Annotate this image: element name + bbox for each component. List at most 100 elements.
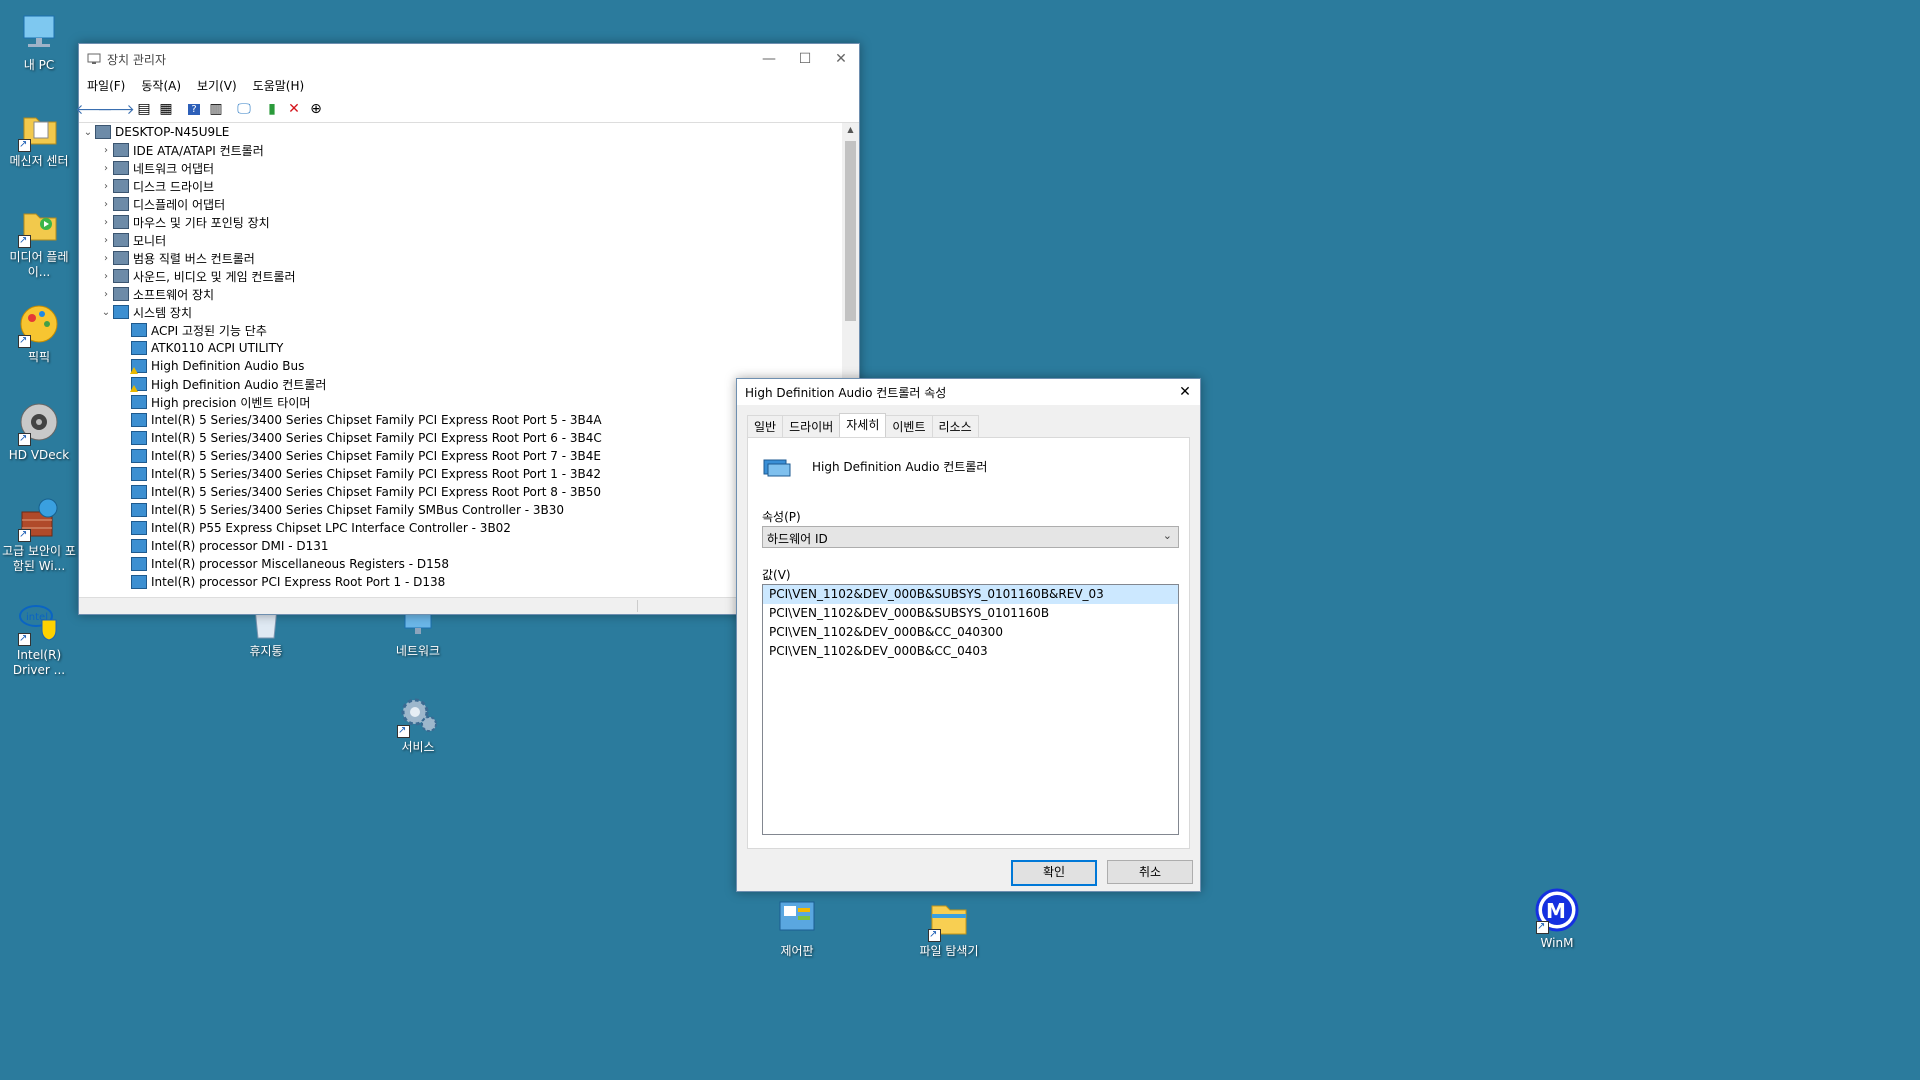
value-list-item[interactable]: PCI\VEN_1102&DEV_000B&SUBSYS_0101160B&RE… — [763, 585, 1178, 604]
tree-device[interactable]: High Definition Audio 컨트롤러 — [81, 375, 841, 393]
expand-chevron-icon[interactable]: › — [99, 289, 113, 300]
maximize-button[interactable]: ☐ — [787, 44, 823, 74]
tree-root-label: DESKTOP-N45U9LE — [115, 125, 230, 139]
value-list-item[interactable]: PCI\VEN_1102&DEV_000B&CC_0403 — [763, 642, 1178, 661]
tree-device[interactable]: Intel(R) 5 Series/3400 Series Chipset Fa… — [81, 429, 841, 447]
tab-details[interactable]: 자세히 — [839, 413, 887, 438]
menu-action[interactable]: 동작(A) — [133, 77, 189, 94]
tree-category[interactable]: › 소프트웨어 장치 — [81, 285, 841, 303]
tab-resources[interactable]: 리소스 — [931, 415, 979, 438]
desktop-icon-this-pc[interactable]: 내 PC — [0, 10, 78, 73]
scan-hardware-button[interactable]: 🖵 — [233, 99, 255, 119]
desktop-icon-media-player[interactable]: 미디어 플레이... — [0, 202, 78, 280]
tree-category[interactable]: › 디스크 드라이브 — [81, 177, 841, 195]
properties-dialog: High Definition Audio 컨트롤러 속성 ✕ 일반 드라이버 … — [736, 378, 1201, 892]
desktop-icon-winm[interactable]: M WinM — [1518, 888, 1596, 951]
value-listbox[interactable]: PCI\VEN_1102&DEV_000B&SUBSYS_0101160B&RE… — [762, 584, 1179, 835]
tree-category[interactable]: › 디스플레이 어댑터 — [81, 195, 841, 213]
desktop-icon-picpick[interactable]: 픽픽 — [0, 302, 78, 365]
tab-driver[interactable]: 드라이버 — [782, 415, 841, 438]
tree-category-label: IDE ATA/ATAPI 컨트롤러 — [133, 143, 264, 158]
tree-category[interactable]: › 범용 직렬 버스 컨트롤러 — [81, 249, 841, 267]
shortcut-arrow-icon — [18, 233, 31, 248]
collapse-chevron-icon[interactable]: ⌄ — [99, 307, 113, 318]
value-list-item[interactable]: PCI\VEN_1102&DEV_000B&SUBSYS_0101160B — [763, 604, 1178, 623]
menu-help[interactable]: 도움말(H) — [245, 77, 313, 94]
scroll-up-icon[interactable]: ▲ — [842, 125, 859, 134]
desktop-icon-control-panel[interactable]: 제어판 — [758, 896, 836, 959]
minimize-icon: — — [762, 51, 776, 67]
update-driver-button[interactable]: ⊕ — [305, 99, 327, 119]
close-button[interactable]: ✕ — [823, 44, 859, 74]
tree-device[interactable]: Intel(R) processor Miscellaneous Registe… — [81, 555, 841, 573]
tree-category[interactable]: › 사운드, 비디오 및 게임 컨트롤러 — [81, 267, 841, 285]
tree-device[interactable]: Intel(R) processor DMI - D131 — [81, 537, 841, 555]
dialog-title-bar: High Definition Audio 컨트롤러 속성 ✕ — [737, 379, 1200, 405]
tree-device[interactable]: Intel(R) processor PCI Express Root Port… — [81, 573, 841, 591]
collapse-chevron-icon[interactable]: ⌄ — [81, 127, 95, 138]
expand-chevron-icon[interactable]: › — [99, 145, 113, 156]
system-device-icon — [131, 539, 147, 553]
minimize-button[interactable]: — — [751, 44, 787, 74]
gears-icon — [395, 692, 441, 738]
tree-device[interactable]: Intel(R) 5 Series/3400 Series Chipset Fa… — [81, 483, 841, 501]
desktop-icon-messenger-center[interactable]: 메신저 센터 — [0, 106, 78, 169]
cancel-button[interactable]: 취소 — [1107, 860, 1193, 884]
show-hidden-button[interactable]: ▥ — [205, 99, 227, 119]
tree-device[interactable]: ATK0110 ACPI UTILITY — [81, 339, 841, 357]
tree-category[interactable]: › 네트워크 어댑터 — [81, 159, 841, 177]
tab-general[interactable]: 일반 — [747, 415, 784, 438]
properties-pane-button[interactable]: ▤ — [133, 99, 155, 119]
uninstall-button[interactable]: ✕ — [283, 99, 305, 119]
expand-chevron-icon[interactable]: › — [99, 253, 113, 264]
tree-category[interactable]: › 모니터 — [81, 231, 841, 249]
expand-chevron-icon[interactable]: › — [99, 217, 113, 228]
desktop-icon-intel-driver[interactable]: intel Intel(R) Driver ... — [0, 600, 78, 678]
desktop-icon-file-explorer[interactable]: 파일 탐색기 — [910, 896, 988, 959]
tree-category-label: 모니터 — [133, 233, 167, 248]
tree-device[interactable]: Intel(R) 5 Series/3400 Series Chipset Fa… — [81, 447, 841, 465]
tree-device-label: Intel(R) processor PCI Express Root Port… — [151, 575, 446, 589]
tree-root[interactable]: ⌄ DESKTOP-N45U9LE — [81, 123, 841, 141]
desktop-icon-hd-vdeck[interactable]: HD VDeck — [0, 400, 78, 463]
expand-chevron-icon[interactable]: › — [99, 163, 113, 174]
desktop-icon-label: 픽픽 — [27, 350, 51, 364]
desktop-icon-services[interactable]: 서비스 — [379, 692, 457, 755]
add-driver-button[interactable]: ▮ — [261, 99, 283, 119]
ok-button[interactable]: 확인 — [1011, 860, 1097, 886]
tree-device[interactable]: High Definition Audio Bus — [81, 357, 841, 375]
desktop-icon-firewall[interactable]: 고급 보안이 포함된 Wi... — [0, 496, 78, 574]
tab-events[interactable]: 이벤트 — [885, 415, 933, 438]
tree-device[interactable]: High precision 이벤트 타이머 — [81, 393, 841, 411]
tree-category[interactable]: › 마우스 및 기타 포인팅 장치 — [81, 213, 841, 231]
expand-chevron-icon[interactable]: › — [99, 199, 113, 210]
tree-category[interactable]: › IDE ATA/ATAPI 컨트롤러 — [81, 141, 841, 159]
expand-chevron-icon[interactable]: › — [99, 181, 113, 192]
tree-device[interactable]: Intel(R) 5 Series/3400 Series Chipset Fa… — [81, 411, 841, 429]
property-dropdown[interactable]: 하드웨어 ID ⌄ — [762, 526, 1179, 548]
tree-device[interactable]: ACPI 고정된 기능 단추 — [81, 321, 841, 339]
tree-category-expanded[interactable]: ⌄ 시스템 장치 — [81, 303, 841, 321]
tree-device[interactable]: Intel(R) 5 Series/3400 Series Chipset Fa… — [81, 501, 841, 519]
list-button[interactable]: ▦ — [155, 99, 177, 119]
scrollbar-thumb[interactable] — [845, 141, 856, 321]
category-icon — [113, 179, 129, 193]
shortcut-arrow-icon — [18, 431, 31, 446]
tree-device[interactable]: Intel(R) P55 Express Chipset LPC Interfa… — [81, 519, 841, 537]
value-list-item[interactable]: PCI\VEN_1102&DEV_000B&CC_040300 — [763, 623, 1178, 642]
expand-chevron-icon[interactable]: › — [99, 235, 113, 246]
uninstall-icon: ✕ — [288, 101, 300, 117]
dialog-close-button[interactable]: ✕ — [1170, 379, 1200, 405]
category-icon — [113, 233, 129, 247]
help-button[interactable]: ? — [183, 99, 205, 119]
tree-device-label: Intel(R) processor DMI - D131 — [151, 539, 329, 553]
menu-view[interactable]: 보기(V) — [189, 77, 245, 94]
tree-device-label: Intel(R) 5 Series/3400 Series Chipset Fa… — [151, 467, 602, 481]
shortcut-arrow-icon — [18, 527, 31, 542]
chevron-down-icon: ⌄ — [1162, 529, 1172, 542]
tree-device[interactable]: Intel(R) 5 Series/3400 Series Chipset Fa… — [81, 465, 841, 483]
menu-file[interactable]: 파일(F) — [79, 77, 133, 94]
expand-chevron-icon[interactable]: › — [99, 271, 113, 282]
desktop-icon-label: 고급 보안이 포함된 Wi... — [2, 544, 76, 573]
forward-button[interactable]: 🡒 — [97, 99, 135, 119]
